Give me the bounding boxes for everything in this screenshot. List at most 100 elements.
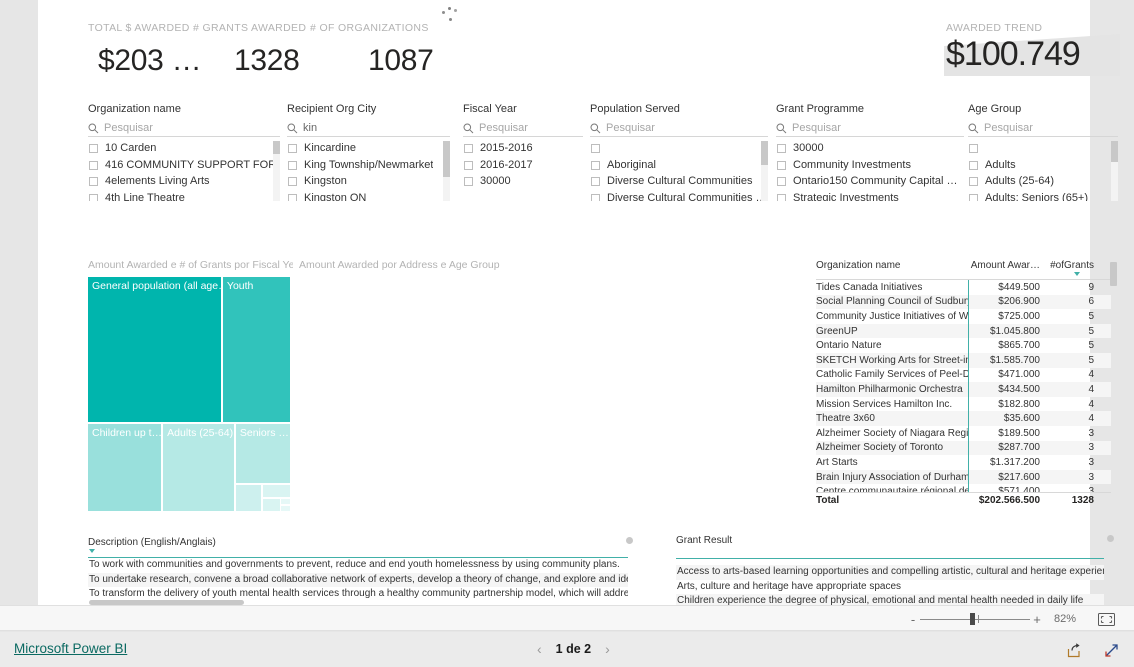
table-scrollbar[interactable] — [1110, 260, 1117, 492]
slicer-item-list[interactable]: 2015-2016 2016-2017 30000 — [463, 141, 583, 201]
slicer-item[interactable]: 30000 — [463, 174, 583, 189]
table-scrollbar-thumb[interactable] — [1110, 262, 1117, 286]
text-panel-row[interactable]: To undertake research, convene a broad c… — [88, 572, 628, 588]
checkbox-icon[interactable] — [591, 144, 600, 153]
treemap-tile[interactable] — [262, 485, 290, 497]
zoom-out-button[interactable]: - — [906, 612, 920, 627]
column-header-grant-count[interactable]: #ofGrants — [1040, 260, 1097, 276]
checkbox-icon[interactable] — [777, 160, 786, 170]
slicer-scrollbar-thumb[interactable] — [761, 141, 768, 165]
zoom-slider-thumb[interactable] — [970, 613, 975, 625]
treemap-tile[interactable]: Adults (25-64) — [163, 424, 234, 511]
treemap-tile[interactable]: General population (all age… — [88, 277, 221, 423]
slicer-item[interactable]: Diverse Cultural Communities — [590, 174, 768, 189]
treemap-tile[interactable] — [235, 485, 262, 511]
slicer-search-row[interactable] — [776, 120, 964, 137]
slicer-item-list[interactable]: 10 Carden 416 COMMUNITY SUPPORT FOR… 4elem… — [88, 141, 280, 201]
fullscreen-icon[interactable] — [1103, 642, 1120, 664]
checkbox-icon[interactable] — [288, 144, 297, 153]
description-panel-handle[interactable] — [626, 537, 633, 544]
slicer-search-row[interactable] — [968, 120, 1118, 137]
slicer-item[interactable]: Kingston ON — [287, 191, 450, 201]
checkbox-icon[interactable] — [591, 193, 600, 201]
search-input[interactable] — [984, 122, 1118, 134]
column-header-organization-name[interactable]: Organization name — [816, 260, 968, 271]
slicer-scrollbar[interactable] — [443, 141, 450, 201]
table-row[interactable]: Mission Services Hamilton Inc. $182.800 4 — [816, 397, 1111, 412]
description-panel-header[interactable]: Description (English/Anglais) — [88, 537, 628, 558]
checkbox-icon[interactable] — [969, 144, 978, 153]
table-row[interactable]: Catholic Family Services of Peel-Duff… $4… — [816, 368, 1111, 383]
table-row[interactable]: GreenUP $1.045.800 5 — [816, 323, 1111, 339]
slicer-item[interactable]: Kingston — [287, 174, 450, 189]
slicer-search-row[interactable] — [88, 120, 280, 137]
slicer-scrollbar[interactable] — [761, 141, 768, 201]
slicer-scrollbar-thumb[interactable] — [1111, 141, 1118, 162]
slicer-item[interactable]: 30000 — [776, 141, 964, 156]
slicer-item[interactable]: 4th Line Theatre — [88, 191, 280, 201]
slicer-scrollbar-thumb[interactable] — [273, 141, 280, 155]
slicer-item[interactable] — [968, 141, 1118, 156]
checkbox-icon[interactable] — [777, 144, 786, 153]
slicer-item[interactable]: Community Investments — [776, 158, 964, 173]
slicer-search-row[interactable] — [287, 120, 450, 137]
treemap-tile[interactable] — [281, 505, 290, 511]
zoom-in-button[interactable]: + — [1030, 612, 1044, 627]
description-panel-body[interactable]: To work with communities and governments… — [88, 558, 628, 604]
treemap-tile[interactable] — [281, 498, 290, 505]
search-input[interactable] — [303, 122, 450, 134]
column-header-amount-awarded[interactable]: Amount Awar… — [968, 260, 1040, 271]
slicer-item[interactable]: Strategic Investments — [776, 191, 964, 201]
table-row[interactable]: Theatre 3x60 $35.600 4 — [816, 411, 1111, 426]
slicer-item[interactable]: 2016-2017 — [463, 158, 583, 173]
checkbox-icon[interactable] — [777, 177, 786, 186]
search-input[interactable] — [104, 122, 280, 134]
slicer-item[interactable]: Aboriginal — [590, 158, 768, 173]
slicer-item[interactable]: Adults; Seniors (65+) — [968, 191, 1118, 201]
treemap-tile[interactable]: Children up t… — [88, 424, 162, 511]
slicer-item[interactable]: 4elements Living Arts — [88, 174, 280, 189]
powerbi-brand-link[interactable]: Microsoft Power BI — [14, 641, 127, 656]
checkbox-icon[interactable] — [89, 177, 98, 186]
treemap-chart[interactable]: General population (all age… Youth Childre… — [88, 277, 290, 511]
treemap-tile[interactable]: Seniors … — [235, 424, 290, 483]
search-input[interactable] — [606, 122, 768, 134]
slicer-item[interactable]: 2015-2016 — [463, 141, 583, 156]
organizations-table[interactable]: Organization name Amount Awar… #ofGrants… — [816, 260, 1117, 512]
slicer-item[interactable]: 416 COMMUNITY SUPPORT FOR… — [88, 158, 280, 173]
checkbox-icon[interactable] — [464, 160, 473, 170]
search-input[interactable] — [792, 122, 964, 134]
table-row[interactable]: Brain Injury Association of Durham R… $21… — [816, 469, 1111, 485]
table-row[interactable]: SKETCH Working Arts for Street-invol… $1.… — [816, 352, 1111, 368]
table-row[interactable]: Alzheimer Society of Niagara Region $189.… — [816, 426, 1111, 441]
table-body[interactable]: Tides Canada Initiatives $449.500 9 Social … — [816, 280, 1111, 492]
share-icon[interactable] — [1066, 642, 1083, 664]
checkbox-icon[interactable] — [288, 193, 297, 201]
table-row[interactable]: Hamilton Philharmonic Orchestra $434.500 4 — [816, 382, 1111, 397]
chevron-right-icon[interactable]: › — [605, 641, 610, 657]
table-row[interactable]: Tides Canada Initiatives $449.500 9 — [816, 280, 1111, 295]
fit-to-page-icon[interactable] — [1094, 610, 1118, 628]
checkbox-icon[interactable] — [969, 193, 978, 201]
search-input[interactable] — [479, 122, 583, 134]
checkbox-icon[interactable] — [288, 160, 297, 170]
grant-result-panel-header[interactable]: Grant Result — [676, 535, 1104, 559]
checkbox-icon[interactable] — [89, 160, 98, 170]
table-row[interactable]: Centre communautaire régional de L… $571.… — [816, 484, 1111, 492]
checkbox-icon[interactable] — [89, 144, 98, 153]
slicer-item[interactable]: Diverse Cultural Communities … — [590, 191, 768, 201]
table-row[interactable]: Ontario Nature $865.700 5 — [816, 338, 1111, 353]
slicer-item-list[interactable]: Aboriginal Diverse Cultural Communities Di… — [590, 141, 768, 201]
checkbox-icon[interactable] — [464, 144, 473, 153]
slicer-scrollbar[interactable] — [1111, 141, 1118, 201]
slicer-item-list[interactable]: Adults Adults (25-64) Adults; Seniors (65+… — [968, 141, 1118, 201]
text-panel-row[interactable]: To work with communities and governments… — [88, 558, 628, 573]
text-panel-row[interactable]: Access to arts-based learning opportunit… — [676, 565, 1104, 580]
table-row[interactable]: Community Justice Initiatives of Wate… $7… — [816, 309, 1111, 324]
grant-result-panel-body[interactable]: Access to arts-based learning opportunit… — [676, 565, 1104, 605]
slicer-item[interactable]: Adults (25-64) — [968, 174, 1118, 189]
checkbox-icon[interactable] — [591, 177, 600, 186]
slicer-item[interactable]: Ontario150 Community Capital … — [776, 174, 964, 189]
zoom-slider[interactable] — [920, 606, 1030, 632]
slicer-search-row[interactable] — [463, 120, 583, 137]
